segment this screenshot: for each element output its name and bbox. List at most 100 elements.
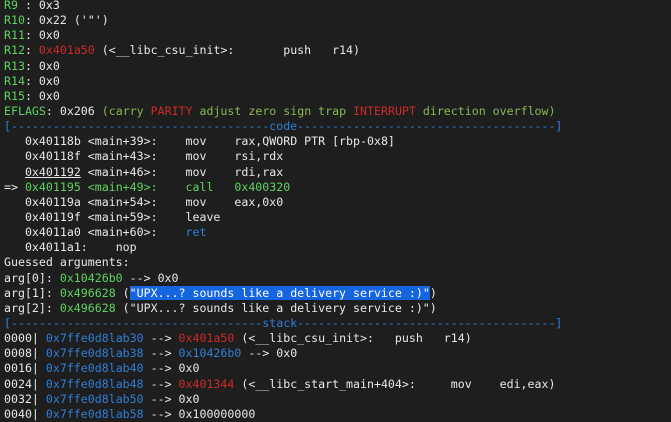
stack-row: 0024| 0x7ffe0d8lab48 --> 0x401344 (<__li… (4, 377, 671, 392)
stack-address: 0x7ffe0d8lab58 (45, 406, 144, 421)
register-value: 0x3 (38, 0, 60, 12)
register-name: R14 (4, 73, 25, 88)
current-instruction-arrow: => (4, 179, 25, 194)
instruction-address: 0x40118f (24, 149, 81, 164)
instruction-gutter (4, 240, 25, 254)
stack-address: 0x7ffe0d8lab50 (45, 391, 144, 406)
stack-value: --> (143, 331, 179, 346)
stack-value: --> 0x0 (143, 391, 200, 406)
argument-line: arg[2]: 0x496628 ("UPX...? sounds like a… (4, 301, 671, 316)
instruction-symbol: <main+49>: (80, 179, 158, 194)
stack-value: 0x401a50 (178, 331, 235, 346)
instruction-symbol: <main+54>: (80, 194, 158, 209)
stack-address: 0x7ffe0d8lab30 (45, 331, 144, 346)
register-separator: : (24, 28, 39, 43)
stack-row: 0008| 0x7ffe0d8lab38 --> 0x10426b0 --> 0… (4, 346, 671, 361)
register-name: R10 (4, 13, 25, 28)
register-separator: : (24, 13, 39, 28)
register-line: R10: 0x22 ('"') (4, 13, 671, 28)
register-separator: : (24, 58, 39, 73)
instruction-line: 0x40119f <main+59>: leave (4, 210, 671, 225)
register-line: R9 : 0x3 (4, 0, 671, 13)
instruction-gutter (4, 195, 25, 209)
register-value: 0x0 (38, 88, 60, 103)
instruction-text: leave (157, 209, 221, 224)
instruction-line: 0x4011a0 <main+60>: ret (4, 225, 671, 240)
register-line: R15: 0x0 (4, 89, 671, 104)
instruction-line: 0x401192 <main+46>: mov rdi,rax (4, 165, 671, 180)
instruction-gutter (4, 225, 25, 239)
stack-space (39, 331, 46, 345)
instruction-address: 0x40119a (24, 194, 81, 209)
stack-panel: 0000| 0x7ffe0d8lab30 --> 0x401a50 (<__li… (4, 331, 671, 422)
register-name: EFLAGS (4, 103, 46, 118)
stack-value: --> (143, 376, 179, 391)
stack-offset: 0040| (4, 406, 39, 421)
register-separator: : (45, 103, 60, 118)
register-name: R13 (4, 58, 25, 73)
register-line: R14: 0x0 (4, 74, 671, 89)
argument-address: 0x496628 (59, 285, 116, 300)
register-name: R12 (4, 43, 25, 58)
argument-line: arg[0]: 0x10426b0 --> 0x0 (4, 271, 671, 286)
register-value: 0x0 (38, 58, 60, 73)
stack-row: 0040| 0x7ffe0d8lab58 --> 0x100000000 (4, 407, 671, 422)
instruction-address: 0x40119f (24, 209, 81, 224)
instruction-address: 0x401195 (24, 179, 81, 194)
instruction-symbol: <main+59>: (80, 209, 158, 224)
instruction-text: call 0x400320 (157, 179, 291, 194)
argument-paren: ) (429, 285, 437, 300)
register-line: R11: 0x0 (4, 28, 671, 43)
stack-value: 0x401344 (178, 376, 235, 391)
register-separator: : (24, 73, 39, 88)
instruction-text: mov rsi,rdx (157, 149, 284, 164)
register-separator: : (17, 0, 39, 12)
register-value: (<__libc_csu_init>: push r14) (94, 43, 361, 58)
stack-value: --> (143, 346, 179, 361)
instruction-text: mov eax,0x0 (157, 194, 284, 209)
stack-offset: 0024| (4, 376, 39, 391)
register-panel: R9 : 0x3 R10: 0x22 ('"') R11: 0x0 R12: 0x40… (4, 0, 671, 119)
argument-value: ("UPX...? sounds like a delivery service… (115, 300, 437, 315)
stack-space (39, 377, 46, 391)
register-value: 0x22 ('"') (38, 13, 109, 28)
argument-label: arg[2]: (4, 300, 60, 315)
instruction-address: 0x40118b (24, 134, 81, 149)
instruction-text: ret (157, 225, 207, 240)
argument-address: 0x496628 (59, 300, 116, 315)
instruction-symbol: : (80, 240, 88, 255)
instruction-address: 0x4011a0 (24, 225, 81, 240)
instruction-line: 0x40118b <main+39>: mov rax,QWORD PTR [r… (4, 134, 671, 149)
argument-value: --> 0x0 (122, 270, 179, 285)
stack-offset: 0008| (4, 346, 39, 361)
instruction-gutter (4, 149, 25, 163)
register-value: (carry (101, 103, 151, 118)
stack-address: 0x7ffe0d8lab48 (45, 376, 144, 391)
instruction-line: 0x40118f <main+43>: mov rsi,rdx (4, 149, 671, 164)
stack-address: 0x7ffe0d8lab38 (45, 346, 144, 361)
current-instruction-line: => 0x401195 <main+49>: call 0x400320 (4, 180, 671, 195)
argument-line: arg[1]: 0x496628 ("UPX...? sounds like a… (4, 285, 671, 301)
stack-space (39, 407, 46, 421)
argument-address: 0x10426b0 (59, 270, 123, 285)
instruction-gutter (4, 210, 25, 224)
instruction-text: nop (87, 240, 137, 255)
stack-space (39, 346, 46, 360)
code-section-header: [-------------------------------------co… (4, 119, 563, 134)
selected-argument-string[interactable]: "UPX...? sounds like a delivery service … (129, 285, 430, 300)
stack-address: 0x7ffe0d8lab40 (45, 361, 144, 376)
stack-value: --> 0x0 (143, 361, 200, 376)
register-name: R11 (4, 28, 25, 43)
stack-space (39, 392, 46, 406)
gdb-terminal[interactable]: R9 : 0x3 R10: 0x22 ('"') R11: 0x0 R12: 0x40… (4, 0, 671, 422)
register-value: PARITY (150, 103, 193, 118)
register-separator: : (24, 43, 39, 58)
register-value: INTERRUPT (353, 103, 416, 118)
instruction-symbol: <main+39>: (80, 134, 158, 149)
stack-row: 0000| 0x7ffe0d8lab30 --> 0x401a50 (<__li… (4, 331, 671, 346)
instruction-line: 0x40119a <main+54>: mov eax,0x0 (4, 195, 671, 210)
stack-row: 0032| 0x7ffe0d8lab50 --> 0x0 (4, 392, 671, 407)
register-value: 0x0 (38, 73, 60, 88)
stack-value: (<__libc_csu_init>: push r14) (234, 331, 472, 346)
argument-paren: ( (115, 285, 130, 300)
